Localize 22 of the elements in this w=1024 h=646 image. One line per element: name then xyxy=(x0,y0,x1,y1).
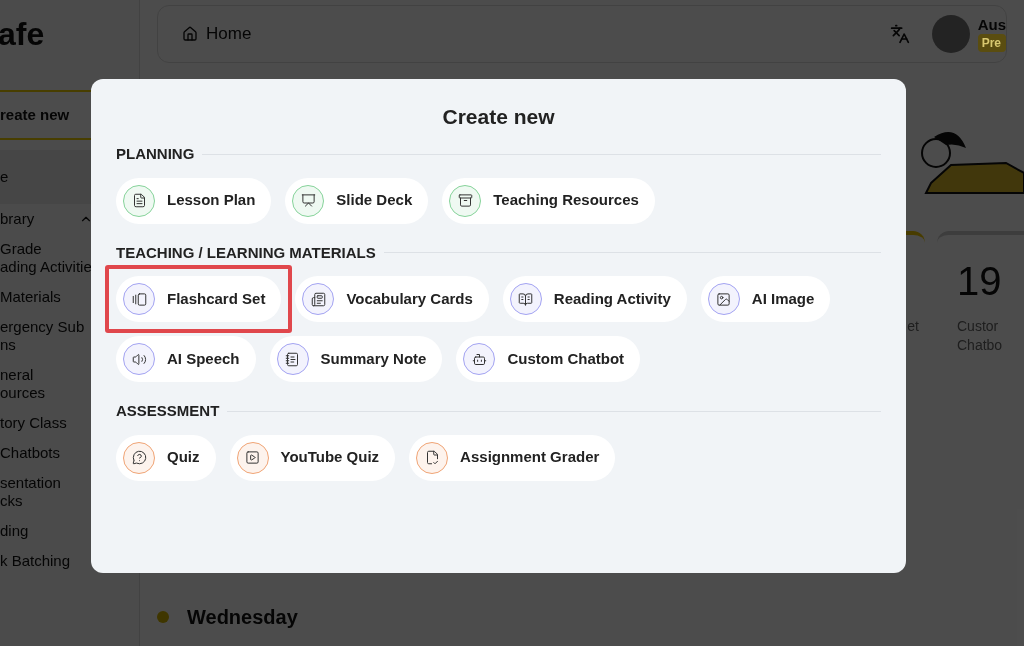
section-heading: TEACHING / LEARNING MATERIALS xyxy=(116,242,376,263)
section-heading: ASSESSMENT xyxy=(116,401,220,421)
plan-badge: Pre xyxy=(977,34,1006,52)
create-option[interactable]: Quiz xyxy=(116,434,216,481)
page-title: Home xyxy=(206,23,252,46)
create-option[interactable]: AI Image xyxy=(700,276,831,322)
create-option[interactable]: AI Speech xyxy=(116,336,256,382)
create-option[interactable]: Assignment Grader xyxy=(409,434,616,481)
section-heading: PLANNING xyxy=(116,144,195,164)
create-option[interactable]: Slide Deck xyxy=(285,177,429,224)
day-heading: Wednesday xyxy=(187,605,298,630)
dialog-title: Create new xyxy=(441,104,556,130)
create-option[interactable]: Summary Note xyxy=(269,336,443,382)
create-option[interactable]: Flashcard Set xyxy=(116,276,282,322)
create-option[interactable]: YouTube Quiz xyxy=(229,434,396,481)
create-option[interactable]: Custom Chatbot xyxy=(456,336,641,382)
user-name: Aus xyxy=(977,16,1006,34)
create-option[interactable]: Teaching Resources xyxy=(442,177,655,224)
stat-value: 19 xyxy=(957,258,1003,305)
create-option[interactable]: Reading Activity xyxy=(502,276,687,322)
create-option[interactable]: Vocabulary Cards xyxy=(295,276,489,322)
create-option[interactable]: Lesson Plan xyxy=(116,177,272,224)
